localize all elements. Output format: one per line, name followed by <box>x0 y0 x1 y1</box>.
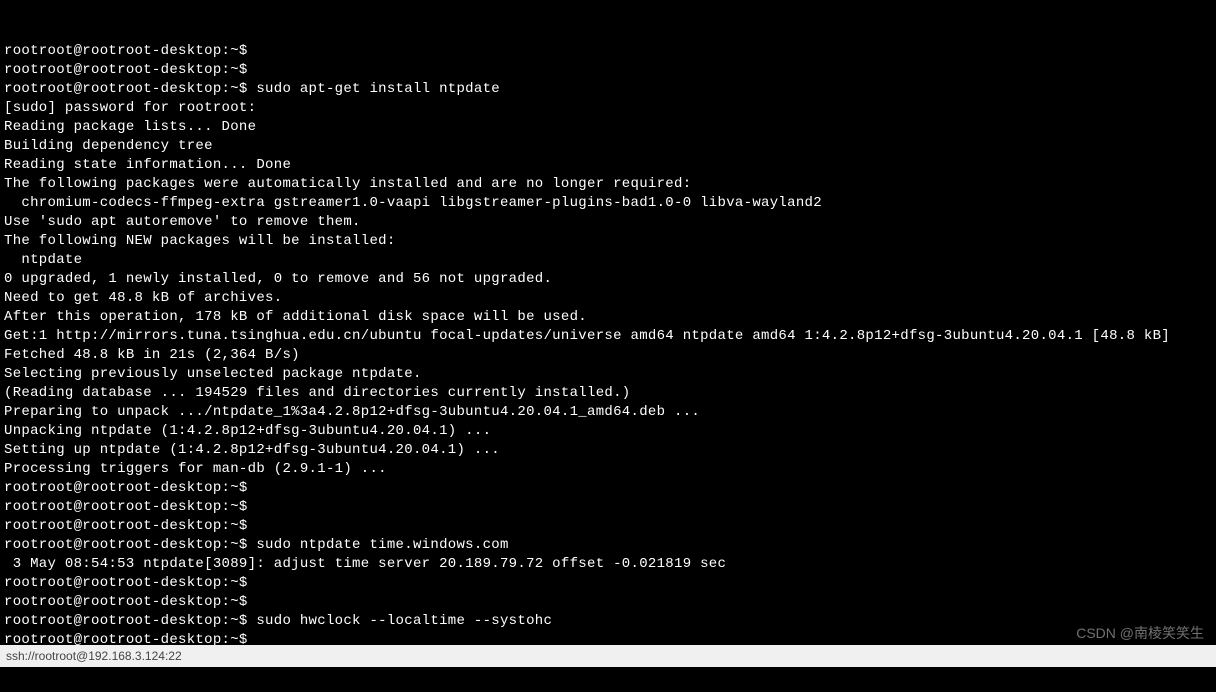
terminal-line: rootroot@rootroot-desktop:~$ sudo apt-ge… <box>4 80 1212 99</box>
status-bar: ssh://rootroot@192.168.3.124:22 <box>0 645 1216 667</box>
terminal-line: Fetched 48.8 kB in 21s (2,364 B/s) <box>4 346 1212 365</box>
terminal-line: Unpacking ntpdate (1:4.2.8p12+dfsg-3ubun… <box>4 422 1212 441</box>
terminal-line: chromium-codecs-ffmpeg-extra gstreamer1.… <box>4 194 1212 213</box>
terminal-line: Use 'sudo apt autoremove' to remove them… <box>4 213 1212 232</box>
terminal-line: Setting up ntpdate (1:4.2.8p12+dfsg-3ubu… <box>4 441 1212 460</box>
terminal-line: [sudo] password for rootroot: <box>4 99 1212 118</box>
terminal-line: rootroot@rootroot-desktop:~$ sudo hwcloc… <box>4 612 1212 631</box>
terminal-line: rootroot@rootroot-desktop:~$ <box>4 517 1212 536</box>
terminal-output[interactable]: rootroot@rootroot-desktop:~$rootroot@roo… <box>0 0 1216 692</box>
terminal-line: Building dependency tree <box>4 137 1212 156</box>
terminal-line: rootroot@rootroot-desktop:~$ <box>4 498 1212 517</box>
terminal-line: rootroot@rootroot-desktop:~$ <box>4 42 1212 61</box>
terminal-line: The following packages were automaticall… <box>4 175 1212 194</box>
ssh-connection-label: ssh://rootroot@192.168.3.124:22 <box>6 649 182 663</box>
terminal-line: Preparing to unpack .../ntpdate_1%3a4.2.… <box>4 403 1212 422</box>
terminal-line: 0 upgraded, 1 newly installed, 0 to remo… <box>4 270 1212 289</box>
terminal-line: After this operation, 178 kB of addition… <box>4 308 1212 327</box>
terminal-line: rootroot@rootroot-desktop:~$ sudo ntpdat… <box>4 536 1212 555</box>
terminal-line: Reading package lists... Done <box>4 118 1212 137</box>
terminal-line: Reading state information... Done <box>4 156 1212 175</box>
terminal-line: ntpdate <box>4 251 1212 270</box>
terminal-line: rootroot@rootroot-desktop:~$ <box>4 61 1212 80</box>
terminal-line: The following NEW packages will be insta… <box>4 232 1212 251</box>
terminal-line: (Reading database ... 194529 files and d… <box>4 384 1212 403</box>
terminal-line: Selecting previously unselected package … <box>4 365 1212 384</box>
terminal-line: Processing triggers for man-db (2.9.1-1)… <box>4 460 1212 479</box>
terminal-line: Need to get 48.8 kB of archives. <box>4 289 1212 308</box>
terminal-line: rootroot@rootroot-desktop:~$ <box>4 574 1212 593</box>
terminal-line: Get:1 http://mirrors.tuna.tsinghua.edu.c… <box>4 327 1212 346</box>
terminal-line: rootroot@rootroot-desktop:~$ <box>4 479 1212 498</box>
terminal-line: 3 May 08:54:53 ntpdate[3089]: adjust tim… <box>4 555 1212 574</box>
terminal-line: rootroot@rootroot-desktop:~$ <box>4 593 1212 612</box>
